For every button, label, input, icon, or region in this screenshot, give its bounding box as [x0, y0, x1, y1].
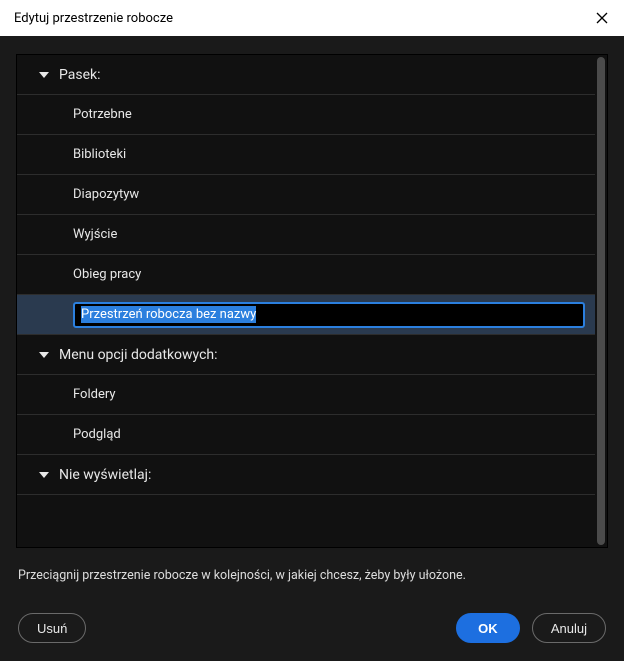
item-label: Obieg pracy — [73, 267, 141, 282]
section-label: Nie wyświetlaj: — [59, 467, 151, 483]
dialog-footer: Usuń OK Anuluj — [16, 597, 608, 661]
delete-button[interactable]: Usuń — [18, 613, 86, 643]
item-label: Podgląd — [73, 427, 121, 442]
hint-text: Przeciągnij przestrzenie robocze w kolej… — [16, 548, 608, 597]
item-label: Foldery — [73, 387, 116, 402]
workspace-name-input-wrap[interactable]: Przestrzeń robocza bez nazwy — [73, 302, 585, 328]
section-header-pasek[interactable]: Pasek: — [17, 55, 595, 95]
cancel-button[interactable]: Anuluj — [532, 613, 606, 643]
item-label: Potrzebne — [73, 107, 132, 122]
list-item[interactable]: Wyjście — [17, 215, 595, 255]
item-label: Diapozytyw — [73, 187, 139, 202]
list-item-editing[interactable]: Przestrzeń robocza bez nazwy — [17, 295, 595, 335]
item-label: Biblioteki — [73, 147, 126, 162]
list-item[interactable]: Biblioteki — [17, 135, 595, 175]
list-item[interactable]: Podgląd — [17, 415, 595, 455]
workspace-name-input[interactable]: Przestrzeń robocza bez nazwy — [81, 306, 256, 323]
item-label: Wyjście — [73, 227, 117, 242]
chevron-down-icon — [39, 472, 49, 478]
list-item[interactable]: Obieg pracy — [17, 255, 595, 295]
workspace-list: Pasek: Potrzebne Biblioteki Diapozytyw W… — [16, 54, 608, 548]
ok-button[interactable]: OK — [456, 613, 520, 643]
section-label: Pasek: — [59, 67, 101, 83]
chevron-down-icon — [39, 352, 49, 358]
section-header-nie-wyswietlaj[interactable]: Nie wyświetlaj: — [17, 455, 595, 495]
section-header-menu-opcji[interactable]: Menu opcji dodatkowych: — [17, 335, 595, 375]
close-icon[interactable] — [594, 10, 610, 26]
list-item[interactable]: Potrzebne — [17, 95, 595, 135]
scrollbar[interactable] — [597, 57, 605, 545]
dialog-body: Pasek: Potrzebne Biblioteki Diapozytyw W… — [0, 36, 624, 661]
list-item[interactable]: Diapozytyw — [17, 175, 595, 215]
titlebar: Edytuj przestrzenie robocze — [0, 0, 624, 36]
dialog-title: Edytuj przestrzenie robocze — [14, 11, 173, 26]
chevron-down-icon — [39, 72, 49, 78]
list-item[interactable]: Foldery — [17, 375, 595, 415]
section-label: Menu opcji dodatkowych: — [59, 347, 218, 363]
